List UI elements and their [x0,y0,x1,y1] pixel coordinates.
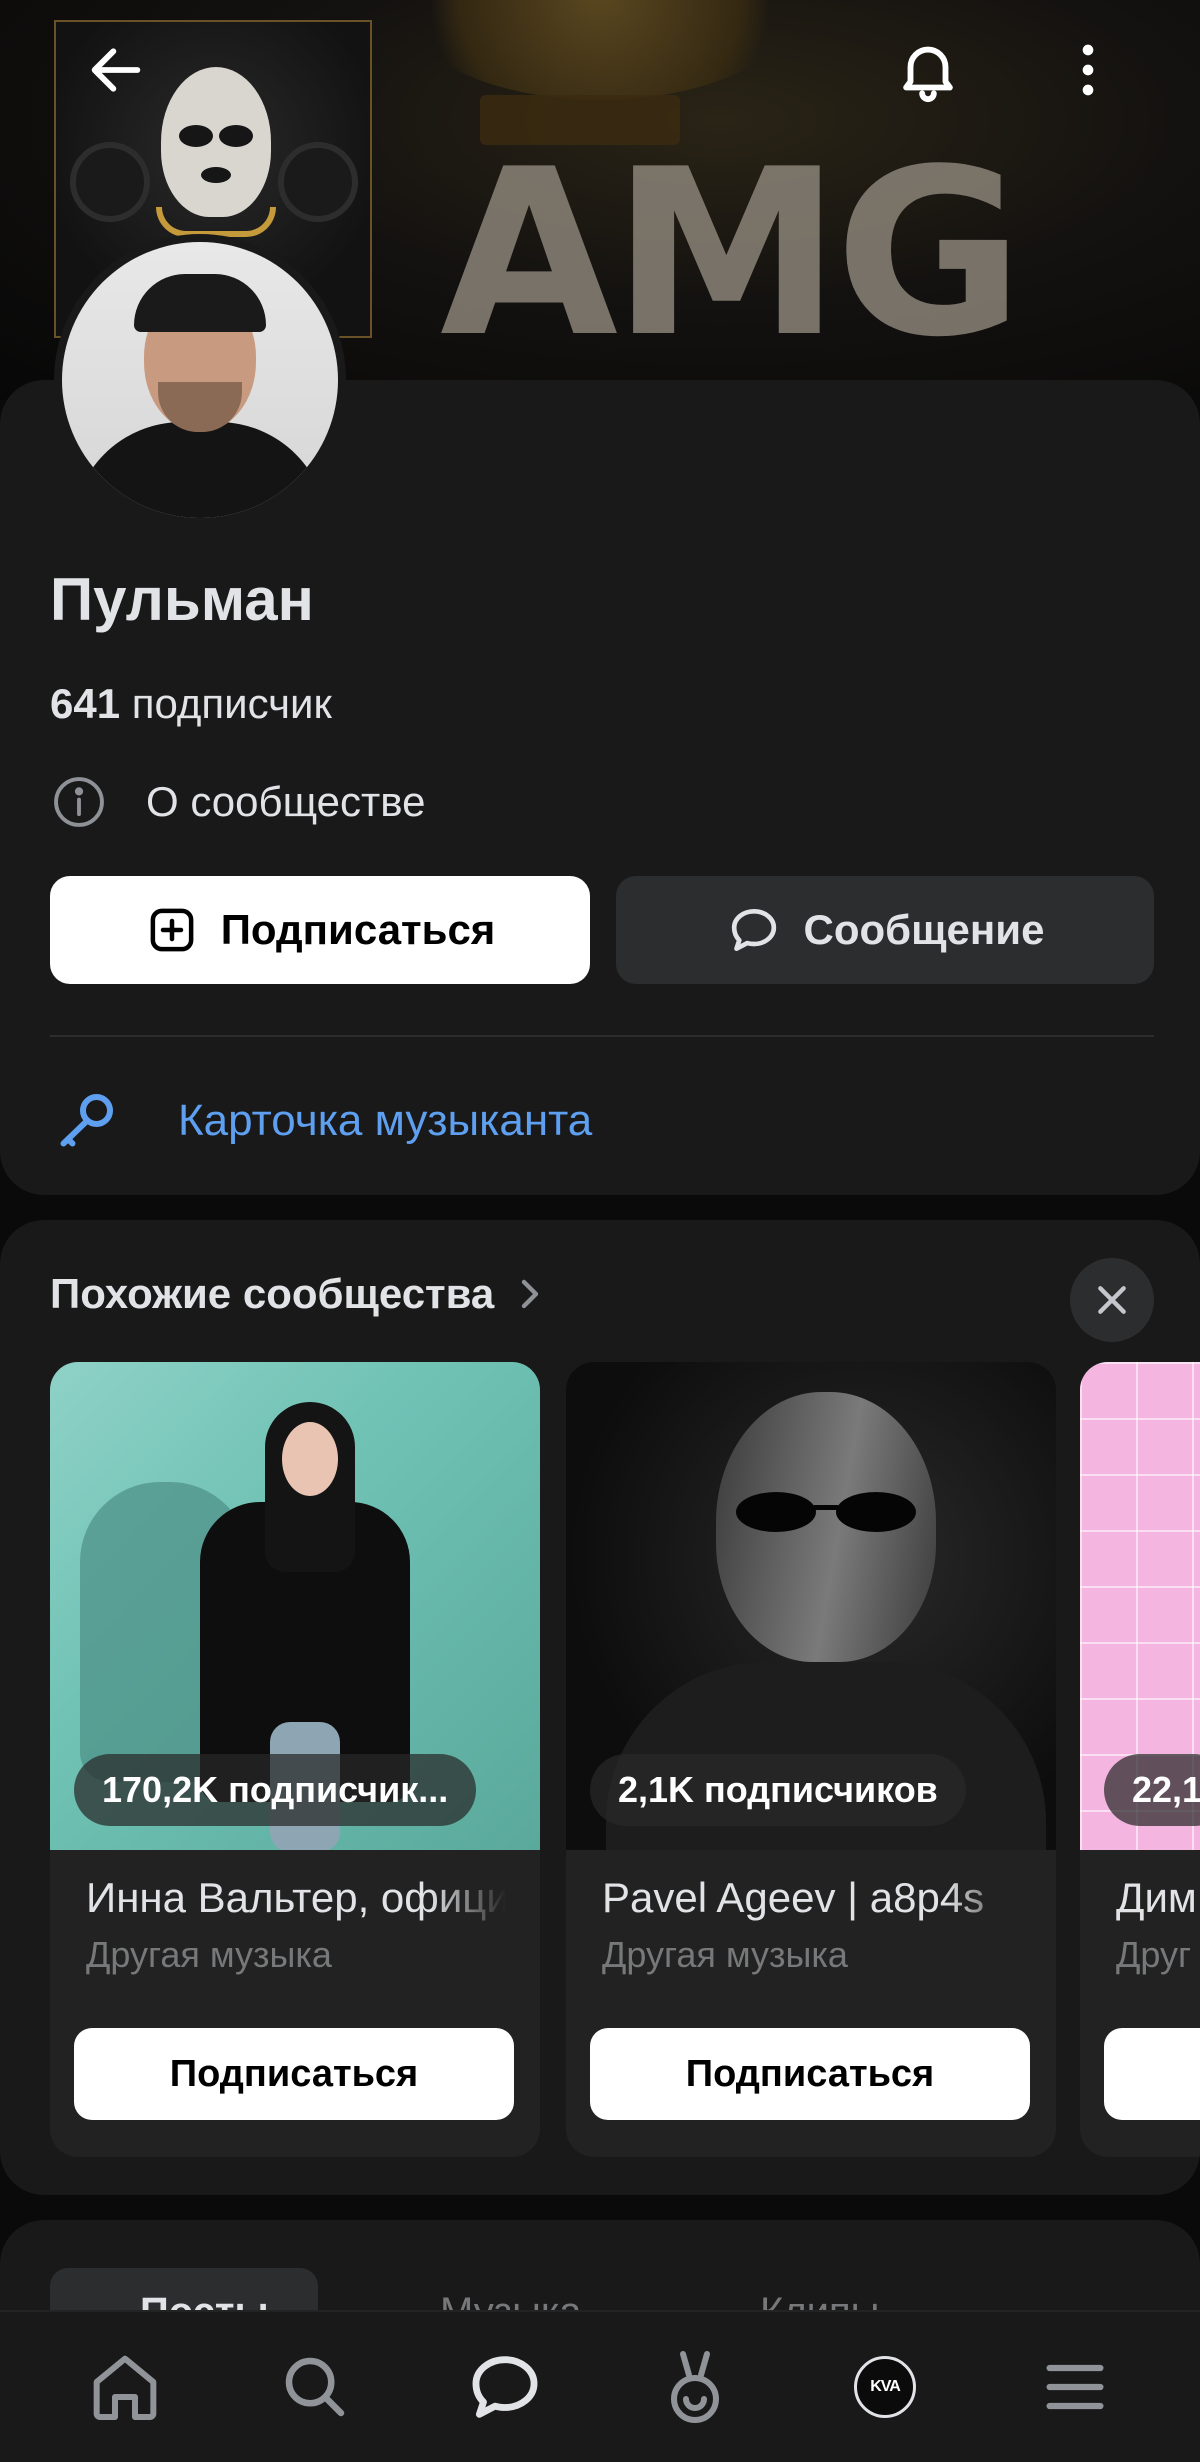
similar-communities-title[interactable]: Похожие сообщества [50,1270,542,1318]
bottom-navigation: KVA [0,2310,1200,2462]
message-button[interactable]: Сообщение [616,876,1154,984]
microphone-icon [60,1094,113,1147]
community-card-followers: 22,1 [1104,1754,1200,1826]
profile-avatar: KVA [854,2356,916,2418]
chat-bubble-icon [731,909,776,951]
chevron-right-icon [522,1279,539,1309]
nav-home[interactable] [65,2327,185,2447]
info-icon [54,777,104,827]
cover-emblem [390,0,810,100]
community-card-genre: Другая музыка [602,1934,848,1975]
community-card[interactable]: 2,1K подписчиков Pavel Ageev | a8p4s Дру… [566,1362,1056,2157]
similar-communities-label: Похожие сообщества [50,1270,495,1317]
subscribe-button[interactable]: Подписаться [50,876,590,984]
about-community[interactable]: О сообществе [50,770,425,834]
nav-messages[interactable] [445,2327,565,2447]
cover-text: AMG [440,121,1024,388]
nav-menu[interactable] [1015,2327,1135,2447]
clips-icon [671,2351,719,2423]
speaker-right [278,142,358,222]
back-button[interactable] [76,30,156,110]
followers-number: 641 [50,680,121,727]
community-card-genre: Друг [1116,1934,1192,1975]
community-card-subscribe-button[interactable]: П [1104,2028,1200,2120]
message-label: Сообщение [803,906,1045,953]
bell-icon [903,46,953,103]
arrow-left-icon [91,48,141,92]
community-card-name: Pavel Ageev | a8p4s [602,1874,985,1921]
more-button[interactable] [1048,30,1128,110]
balaclava-mask [161,67,271,217]
community-card-subscribe-button[interactable]: Подписаться [74,2028,514,2120]
community-card-name: Дим [1116,1874,1197,1921]
followers-count[interactable]: 641 подписчик [50,680,332,728]
similar-communities-section: 170,2K подписчик... Инна Вальтер, официа… [0,1220,1200,2195]
community-card-followers: 2,1K подписчиков [590,1754,966,1826]
menu-icon [1046,2364,1104,2410]
followers-label: подписчик [131,680,332,727]
plus-square-icon [150,908,194,952]
notifications-button[interactable] [888,30,968,110]
community-card-genre: Другая музыка [86,1934,332,1975]
messages-icon [472,2356,538,2418]
community-card-followers: 170,2K подписчик... [74,1754,477,1826]
community-name: Пульман [50,566,314,633]
subscribe-label: Подписаться [220,906,496,953]
more-vertical-icon [1082,44,1094,96]
home-icon [93,2355,157,2420]
nav-search[interactable] [255,2327,375,2447]
community-card-name: Инна Вальтер, официальная [86,1874,506,1921]
close-icon [1098,1286,1126,1314]
community-avatar[interactable] [54,234,346,526]
speaker-left [70,142,150,222]
community-card[interactable]: 22,1 Дим Друг П [1080,1362,1200,2157]
close-similar-button[interactable] [1070,1258,1154,1342]
community-card[interactable]: 170,2K подписчик... Инна Вальтер, официа… [50,1362,540,2157]
nav-profile[interactable]: KVA [825,2327,945,2447]
gold-chain [156,207,276,237]
musician-card-label: Карточка музыканта [178,1096,593,1145]
musician-card-link[interactable]: Карточка музыканта [50,1085,592,1157]
about-label: О сообществе [146,778,426,825]
divider [50,1035,1154,1037]
community-card-subscribe-button[interactable]: Подписаться [590,2028,1030,2120]
nav-clips[interactable] [635,2327,755,2447]
search-icon [285,2357,345,2417]
